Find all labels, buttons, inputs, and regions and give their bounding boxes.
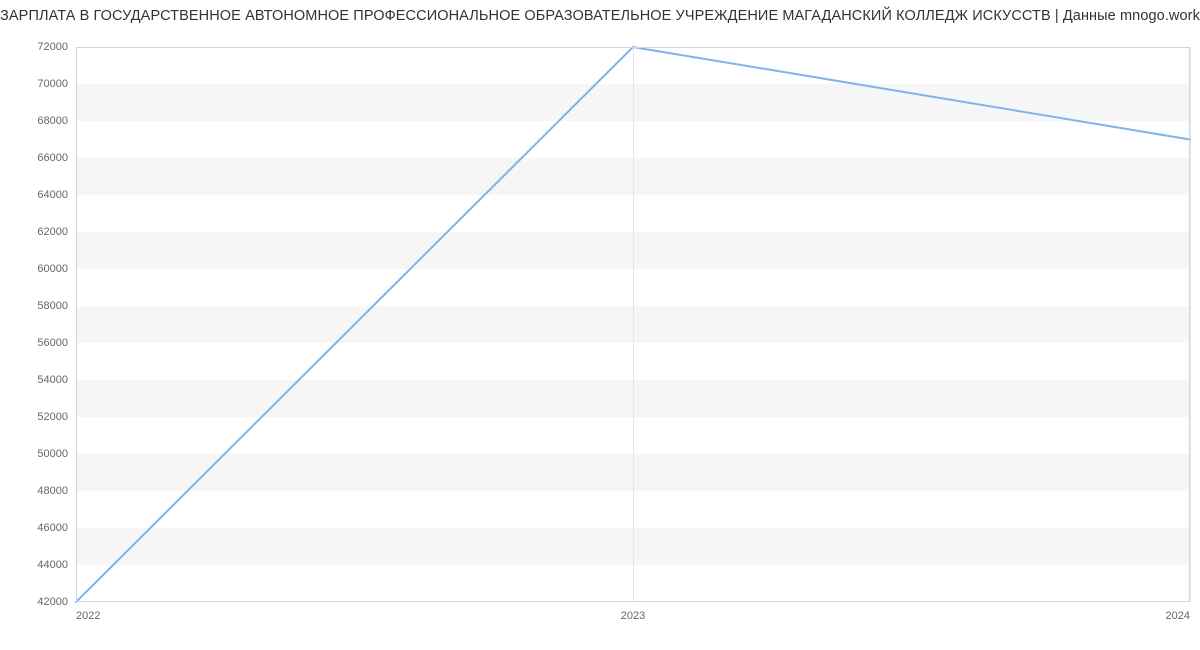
y-tick-label: 54000 <box>37 374 68 386</box>
grid-line-x <box>1190 47 1191 602</box>
y-tick-label: 44000 <box>37 559 68 571</box>
y-tick-label: 50000 <box>37 448 68 460</box>
y-tick-label: 68000 <box>37 115 68 127</box>
x-tick-label: 2023 <box>621 610 645 622</box>
y-tick-label: 42000 <box>37 596 68 608</box>
y-tick-label: 70000 <box>37 78 68 90</box>
y-tick-label: 72000 <box>37 41 68 53</box>
y-tick-label: 52000 <box>37 411 68 423</box>
y-tick-label: 46000 <box>37 522 68 534</box>
y-tick-label: 64000 <box>37 189 68 201</box>
x-tick-label: 2024 <box>1166 610 1190 622</box>
y-tick-label: 66000 <box>37 152 68 164</box>
y-tick-label: 62000 <box>37 226 68 238</box>
y-tick-label: 60000 <box>37 263 68 275</box>
line-series <box>76 47 1190 602</box>
y-tick-label: 56000 <box>37 337 68 349</box>
y-tick-label: 48000 <box>37 485 68 497</box>
chart-container: ЗАРПЛАТА В ГОСУДАРСТВЕННОЕ АВТОНОМНОЕ ПР… <box>0 0 1200 650</box>
x-tick-label: 2022 <box>76 610 100 622</box>
plot-area: 4200044000460004800050000520005400056000… <box>76 47 1190 602</box>
chart-title: ЗАРПЛАТА В ГОСУДАРСТВЕННОЕ АВТОНОМНОЕ ПР… <box>0 8 1200 24</box>
y-tick-label: 58000 <box>37 300 68 312</box>
